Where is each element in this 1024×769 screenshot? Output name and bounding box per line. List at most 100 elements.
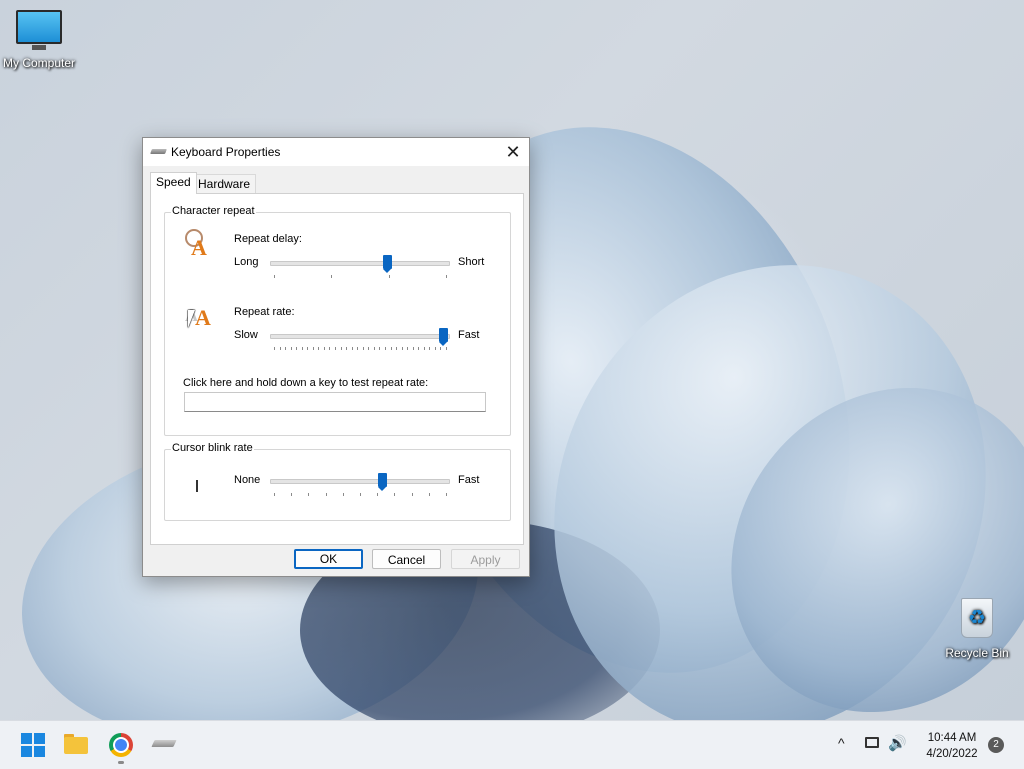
slider-tick <box>373 347 375 350</box>
slider-tick <box>446 493 447 496</box>
tab-hardware[interactable]: Hardware <box>192 174 257 194</box>
slider-tick <box>401 347 403 350</box>
slider-tick <box>440 347 442 350</box>
repeat-rate-max-label: Fast <box>458 329 480 341</box>
slider-tick <box>412 347 414 350</box>
slider-tick <box>285 347 287 350</box>
repeat-delay-min-label: Long <box>234 256 259 268</box>
keyboard-app-icon[interactable] <box>151 740 177 747</box>
clock-time: 10:44 AM <box>927 732 977 744</box>
slider-tick <box>346 347 348 350</box>
slider-tick <box>377 493 379 496</box>
slider-tick <box>279 347 281 350</box>
chrome-icon[interactable] <box>109 733 133 757</box>
slider-tick <box>446 275 447 278</box>
slider-tick <box>390 347 392 350</box>
cursor-blink-track[interactable] <box>270 479 450 484</box>
cursor-blink-min-label: None <box>234 474 261 486</box>
notification-badge[interactable]: 2 <box>988 737 1004 753</box>
slider-tick <box>312 347 314 350</box>
slider-tick <box>418 347 420 350</box>
desktop-icon-label: My Computer <box>2 56 76 70</box>
windows-start-icon[interactable] <box>21 733 45 757</box>
slider-tick <box>434 347 436 350</box>
cancel-button[interactable]: Cancel <box>372 549 441 569</box>
speed-tab-panel: Character repeat A Repeat delay: Long Sh… <box>150 193 524 545</box>
desktop-icon-label: Recycle Bin <box>945 646 1009 660</box>
cursor-blink-max-label: Fast <box>458 474 480 486</box>
desktop-icon-recycle-bin[interactable]: ♻ Recycle Bin <box>940 598 1014 660</box>
slider-tick <box>323 347 325 350</box>
cursor-blink-ticks <box>274 493 447 497</box>
slider-tick <box>351 347 353 350</box>
repeat-rate-min-label: Slow <box>234 329 258 341</box>
dialog-titlebar[interactable]: Keyboard Properties ✕ <box>143 138 529 166</box>
slider-tick <box>335 347 337 350</box>
network-icon[interactable] <box>865 737 879 748</box>
cursor-blink-slider-thumb[interactable] <box>378 473 388 491</box>
slider-tick <box>428 493 430 496</box>
repeat-rate-track[interactable] <box>270 334 450 339</box>
slider-tick <box>368 347 370 350</box>
slider-tick <box>396 347 398 350</box>
slider-tick <box>342 493 344 496</box>
test-repeat-input[interactable] <box>184 392 486 412</box>
slider-tick <box>394 493 396 496</box>
text-cursor-icon <box>196 480 198 492</box>
letter-a-icon: A <box>195 305 211 330</box>
slider-tick <box>388 275 390 278</box>
group-label: Cursor blink rate <box>171 442 254 454</box>
desktop-icon-my-computer[interactable]: My Computer <box>0 10 78 70</box>
slider-tick <box>318 347 320 350</box>
ok-button[interactable]: OK <box>294 549 363 569</box>
slider-tick <box>291 493 293 496</box>
close-button[interactable]: ✕ <box>501 140 525 164</box>
slider-tick <box>331 275 333 278</box>
tray-overflow-chevron-icon[interactable]: ^ <box>838 735 845 751</box>
running-indicator <box>118 761 124 764</box>
slider-tick <box>307 347 309 350</box>
clock-date: 4/20/2022 <box>926 748 978 760</box>
dialog-title: Keyboard Properties <box>171 145 281 159</box>
slider-tick <box>429 347 431 350</box>
letter-a-icon: A <box>191 235 207 260</box>
taskbar: ^ 🔊 10:44 AM 4/20/2022 2 <box>0 720 1024 769</box>
cursor-blink-group: Cursor blink rate None Fast <box>164 442 511 521</box>
repeat-delay-max-label: Short <box>458 256 485 268</box>
slider-tick <box>290 347 292 350</box>
keyboard-icon <box>150 149 167 154</box>
slider-tick <box>446 347 447 350</box>
slider-tick <box>411 493 413 496</box>
repeat-delay-slider-thumb[interactable] <box>383 255 393 273</box>
slider-tick <box>340 347 342 350</box>
slider-tick <box>308 493 310 496</box>
group-label: Character repeat <box>171 205 256 217</box>
file-explorer-icon[interactable] <box>64 733 88 757</box>
mouse-pointer-icon <box>188 310 195 328</box>
slider-tick <box>274 493 275 496</box>
slider-tick <box>362 347 364 350</box>
recycle-bin-icon: ♻ <box>961 598 993 638</box>
monitor-icon <box>16 10 62 50</box>
slider-tick <box>274 275 275 278</box>
slider-tick <box>296 347 298 350</box>
slider-tick <box>357 347 359 350</box>
repeat-delay-label: Repeat delay: <box>234 233 302 245</box>
repeat-delay-ticks <box>274 275 447 279</box>
repeat-rate-slider-thumb[interactable] <box>439 328 448 346</box>
volume-icon[interactable]: 🔊 <box>888 734 907 752</box>
apply-button[interactable]: Apply <box>451 549 520 569</box>
clock[interactable]: 10:44 AM 4/20/2022 <box>912 730 992 762</box>
slider-tick <box>274 347 275 350</box>
slider-tick <box>407 347 409 350</box>
slider-tick <box>384 347 386 350</box>
keyboard-properties-dialog: Keyboard Properties ✕ Speed Hardware Cha… <box>142 137 530 577</box>
repeat-rate-label: Repeat rate: <box>234 306 295 318</box>
tab-speed[interactable]: Speed <box>150 172 197 194</box>
slider-tick <box>379 347 381 350</box>
slider-tick <box>325 493 327 496</box>
repeat-delay-track[interactable] <box>270 261 450 266</box>
slider-tick <box>329 347 331 350</box>
repeat-rate-ticks <box>274 347 447 351</box>
slider-tick <box>423 347 425 350</box>
